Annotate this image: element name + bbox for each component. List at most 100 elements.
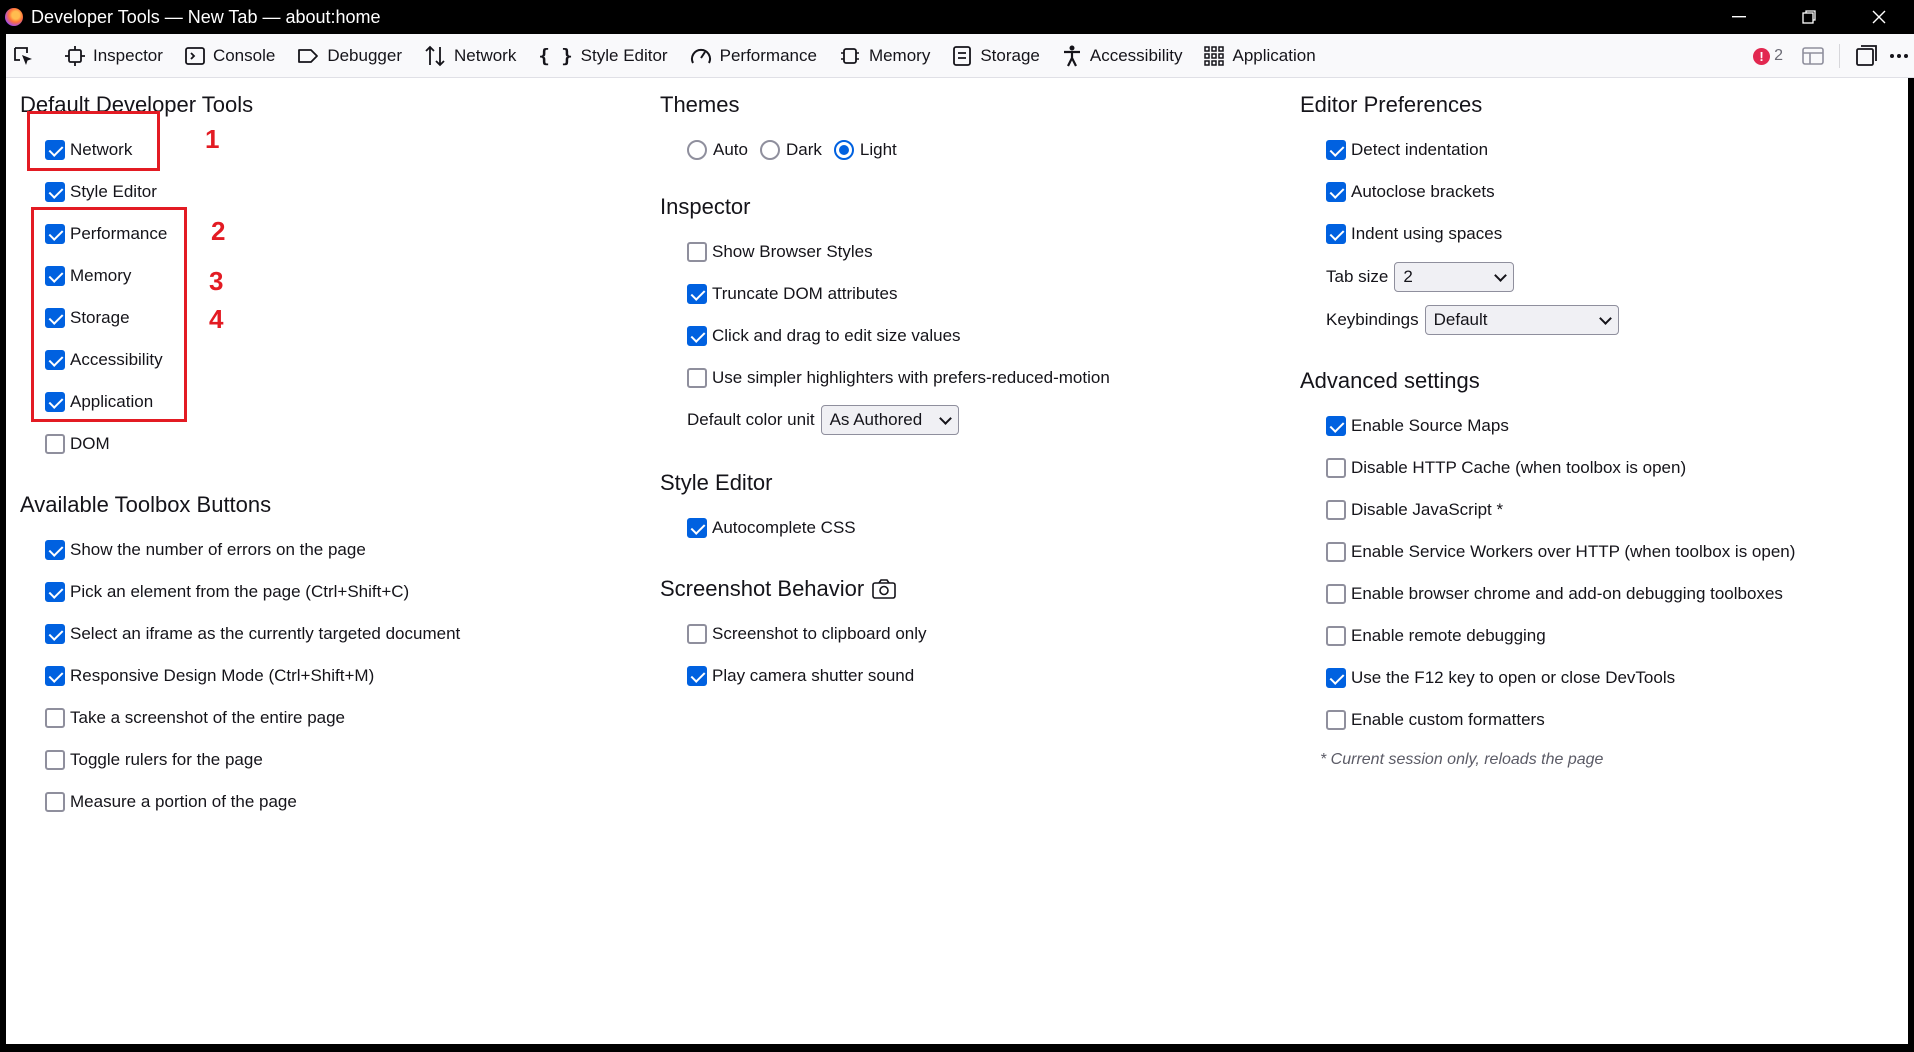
radio-label: Auto	[713, 140, 748, 159]
keybindings-label: Keybindings	[1326, 310, 1419, 329]
option-simpler-highlighters[interactable]: Use simpler highlighters with prefers-re…	[687, 368, 1110, 388]
checkbox[interactable]	[45, 624, 65, 644]
option-label: Show the number of errors on the page	[70, 540, 366, 559]
tab-accessibility[interactable]: Accessibility	[1051, 34, 1194, 78]
option-dom[interactable]: DOM	[45, 434, 110, 454]
tab-style-editor[interactable]: { } Style Editor	[527, 34, 678, 78]
option-label: Toggle rulers for the page	[70, 750, 263, 769]
select-value: Default	[1433, 310, 1488, 329]
element-picker-icon	[14, 46, 32, 65]
option-chrome-debugging[interactable]: Enable browser chrome and add-on debuggi…	[1326, 584, 1783, 604]
checkbox[interactable]	[1326, 182, 1346, 202]
option-measure[interactable]: Measure a portion of the page	[45, 792, 297, 812]
checkbox[interactable]	[1326, 500, 1346, 520]
dock-options-button[interactable]	[1848, 34, 1884, 78]
option-shutter-sound[interactable]: Play camera shutter sound	[687, 666, 914, 686]
theme-dark[interactable]: Dark	[759, 140, 822, 160]
option-detect-indentation[interactable]: Detect indentation	[1326, 140, 1488, 160]
error-count-button[interactable]: ! 2	[1753, 47, 1783, 65]
option-clipboard-only[interactable]: Screenshot to clipboard only	[687, 624, 927, 644]
checkbox[interactable]	[1326, 668, 1346, 688]
option-label: Use simpler highlighters with prefers-re…	[712, 368, 1110, 387]
option-error-count[interactable]: Show the number of errors on the page	[45, 540, 366, 560]
option-drag-size[interactable]: Click and drag to edit size values	[687, 326, 961, 346]
tab-memory[interactable]: Memory	[828, 34, 941, 78]
more-options-button[interactable]	[1884, 34, 1914, 78]
close-button[interactable]	[1844, 0, 1914, 34]
option-responsive-design[interactable]: Responsive Design Mode (Ctrl+Shift+M)	[45, 666, 374, 686]
option-service-workers[interactable]: Enable Service Workers over HTTP (when t…	[1326, 542, 1795, 562]
checkbox[interactable]	[1326, 626, 1346, 646]
checkbox[interactable]	[45, 182, 65, 202]
option-disable-cache[interactable]: Disable HTTP Cache (when toolbox is open…	[1326, 458, 1686, 478]
checkbox[interactable]	[45, 434, 65, 454]
option-label: Click and drag to edit size values	[712, 326, 961, 345]
option-label: Enable Service Workers over HTTP (when t…	[1351, 542, 1796, 561]
option-remote-debugging[interactable]: Enable remote debugging	[1326, 626, 1546, 646]
tab-performance[interactable]: Performance	[679, 34, 828, 78]
tab-debugger[interactable]: Debugger	[286, 34, 413, 78]
checkbox[interactable]	[687, 666, 707, 686]
tab-network[interactable]: Network	[413, 34, 527, 78]
option-label: Show Browser Styles	[712, 242, 873, 261]
annotation-label-2: 2	[211, 216, 226, 246]
tab-size-select[interactable]: 2	[1394, 262, 1515, 292]
option-select-iframe[interactable]: Select an iframe as the currently target…	[45, 624, 460, 644]
option-style-editor[interactable]: Style Editor	[45, 182, 157, 202]
option-custom-formatters[interactable]: Enable custom formatters	[1326, 710, 1545, 730]
checkbox[interactable]	[1326, 584, 1346, 604]
split-console-button[interactable]	[1795, 34, 1831, 78]
option-rulers[interactable]: Toggle rulers for the page	[45, 750, 263, 770]
theme-light[interactable]: Light	[833, 140, 897, 160]
annotation-label-1: 1	[205, 124, 220, 154]
camera-icon	[872, 579, 897, 599]
minimize-button[interactable]	[1704, 0, 1774, 34]
checkbox[interactable]	[1326, 140, 1346, 160]
theme-auto[interactable]: Auto	[687, 140, 748, 160]
option-autoclose-brackets[interactable]: Autoclose brackets	[1326, 182, 1495, 202]
console-icon	[185, 46, 205, 65]
option-screenshot[interactable]: Take a screenshot of the entire page	[45, 708, 345, 728]
checkbox[interactable]	[687, 242, 707, 262]
tab-inspector[interactable]: Inspector	[54, 34, 174, 78]
option-label: Enable remote debugging	[1351, 626, 1546, 645]
keybindings-select[interactable]: Default	[1424, 305, 1619, 335]
checkbox[interactable]	[45, 540, 65, 560]
checkbox[interactable]	[687, 624, 707, 644]
checkbox[interactable]	[687, 518, 707, 538]
checkbox[interactable]	[1326, 458, 1346, 478]
tab-console[interactable]: Console	[174, 34, 286, 78]
checkbox[interactable]	[687, 368, 707, 388]
checkbox[interactable]	[687, 326, 707, 346]
tab-storage[interactable]: Storage	[941, 34, 1051, 78]
option-browser-styles[interactable]: Show Browser Styles	[687, 242, 873, 262]
checkbox[interactable]	[1326, 416, 1346, 436]
radio[interactable]	[759, 140, 780, 160]
option-pick-element[interactable]: Pick an element from the page (Ctrl+Shif…	[45, 582, 409, 602]
tab-application[interactable]: Application	[1193, 34, 1326, 78]
element-picker-button[interactable]	[6, 34, 54, 78]
option-source-maps[interactable]: Enable Source Maps	[1326, 416, 1509, 436]
tab-label: Memory	[868, 45, 931, 65]
checkbox[interactable]	[45, 792, 65, 812]
checkbox[interactable]	[45, 708, 65, 728]
radio[interactable]	[687, 140, 707, 160]
window-title: Developer Tools — New Tab — about:home	[31, 6, 381, 27]
checkbox[interactable]	[1326, 542, 1346, 562]
option-autocomplete-css[interactable]: Autocomplete CSS	[687, 518, 856, 538]
checkbox[interactable]	[687, 284, 707, 304]
checkbox[interactable]	[1326, 224, 1346, 244]
checkbox[interactable]	[45, 750, 65, 770]
restore-button[interactable]	[1774, 0, 1844, 34]
checkbox[interactable]	[45, 666, 65, 686]
split-console-icon	[1802, 47, 1824, 65]
color-unit-select[interactable]: As Authored	[820, 405, 959, 435]
color-unit-label: Default color unit	[687, 410, 815, 429]
checkbox[interactable]	[45, 582, 65, 602]
radio[interactable]	[833, 140, 854, 160]
option-f12-key[interactable]: Use the F12 key to open or close DevTool…	[1326, 668, 1675, 688]
option-truncate-dom[interactable]: Truncate DOM attributes	[687, 284, 898, 304]
checkbox[interactable]	[1326, 710, 1346, 730]
option-indent-spaces[interactable]: Indent using spaces	[1326, 224, 1502, 244]
option-disable-javascript[interactable]: Disable JavaScript *	[1326, 500, 1503, 520]
